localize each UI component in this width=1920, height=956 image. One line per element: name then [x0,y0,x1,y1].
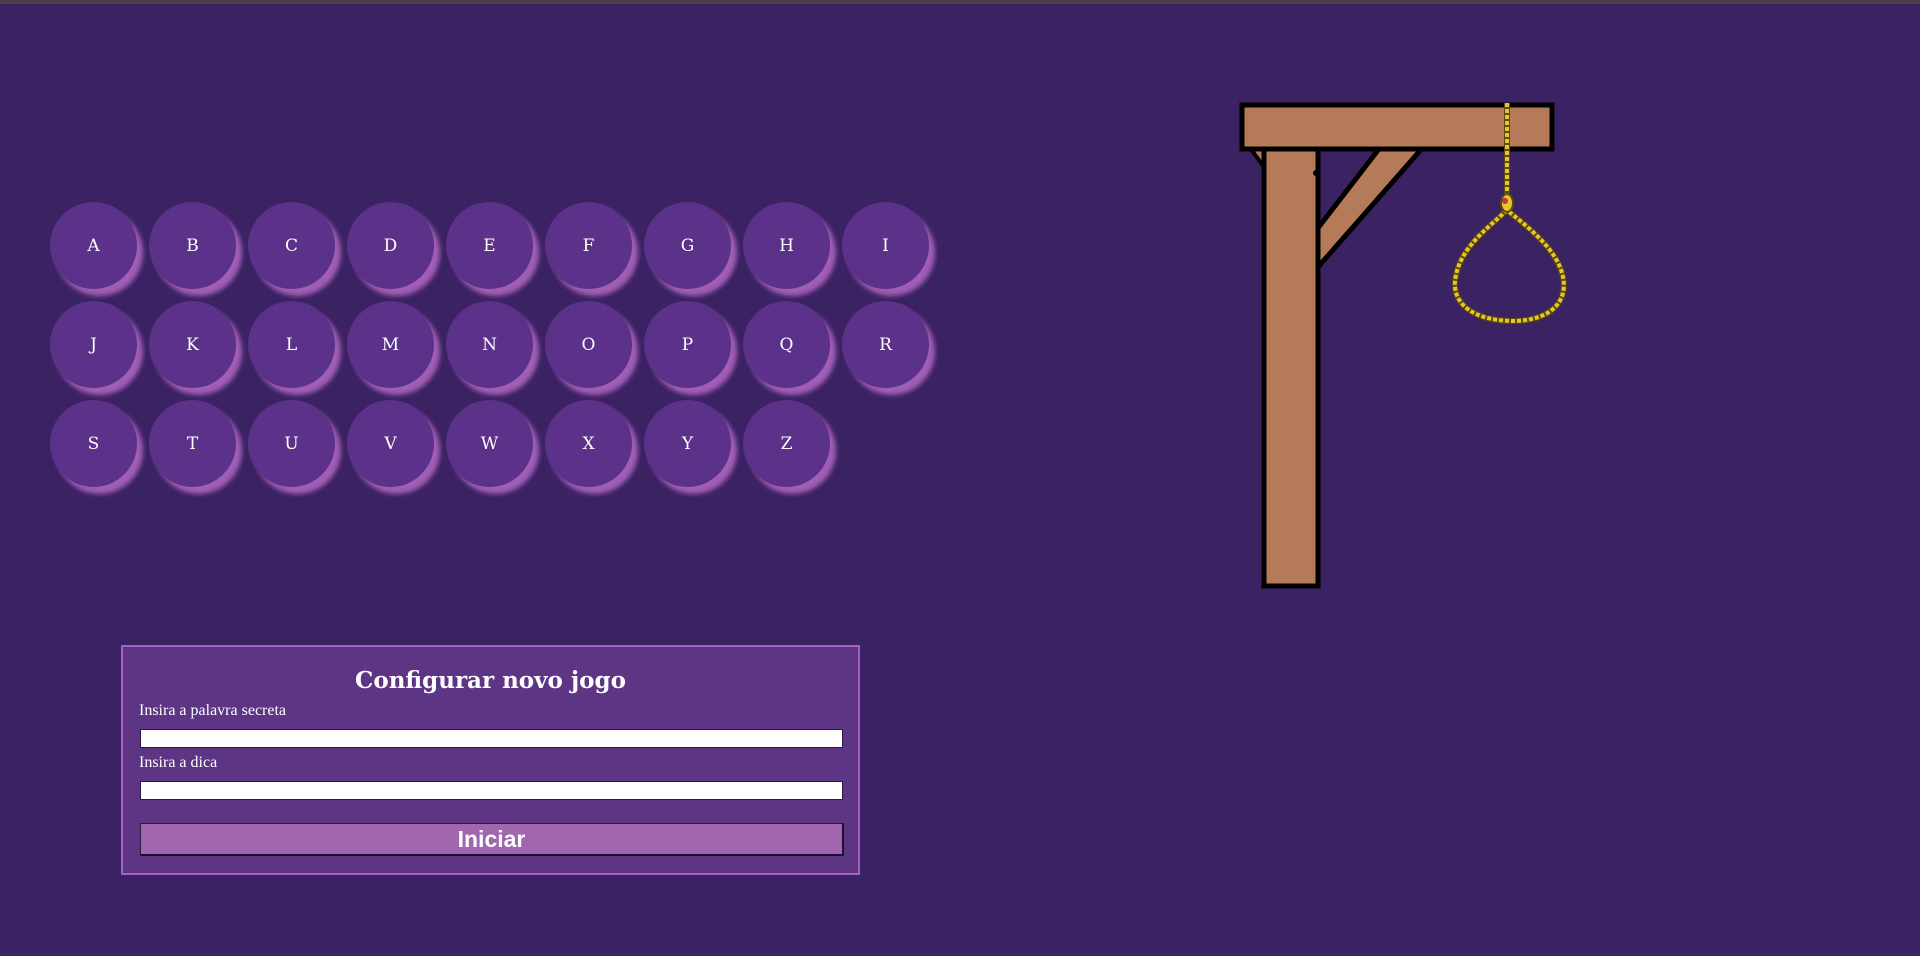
letter-key-z[interactable]: Z [743,400,830,487]
hint-label: Insira a dica [139,754,218,771]
hint-input[interactable] [140,781,843,800]
letter-key-a[interactable]: A [50,202,137,289]
letter-key-v[interactable]: V [347,400,434,487]
new-game-panel: Configurar novo jogo Insira a palavra se… [121,645,860,875]
letter-key-m[interactable]: M [347,301,434,388]
letter-key-k[interactable]: K [149,301,236,388]
secret-word-input[interactable] [140,729,843,748]
letter-key-s[interactable]: S [50,400,137,487]
letter-key-j[interactable]: J [50,301,137,388]
letter-key-r[interactable]: R [842,301,929,388]
secret-word-label: Insira a palavra secreta [139,702,287,719]
start-button[interactable]: Iniciar [140,823,844,856]
letter-key-y[interactable]: Y [644,400,731,487]
letter-key-x[interactable]: X [545,400,632,487]
panel-title: Configurar novo jogo [355,667,626,694]
letter-key-b[interactable]: B [149,202,236,289]
letter-key-t[interactable]: T [149,400,236,487]
gallows-brace [1315,142,1428,270]
letter-key-p[interactable]: P [644,301,731,388]
letter-key-c[interactable]: C [248,202,335,289]
letter-key-n[interactable]: N [446,301,533,388]
letter-key-q[interactable]: Q [743,301,830,388]
letter-key-g[interactable]: G [644,202,731,289]
letter-key-e[interactable]: E [446,202,533,289]
letter-key-w[interactable]: W [446,400,533,487]
gallows-bolt [1313,170,1319,176]
letter-key-d[interactable]: D [347,202,434,289]
gallows-icon [1239,102,1567,589]
letter-key-f[interactable]: F [545,202,632,289]
letter-key-i[interactable]: I [842,202,929,289]
letter-key-l[interactable]: L [248,301,335,388]
letter-key-o[interactable]: O [545,301,632,388]
window-top-border [0,0,1920,4]
letter-key-h[interactable]: H [743,202,830,289]
letter-key-u[interactable]: U [248,400,335,487]
gallows-post [1261,142,1321,589]
